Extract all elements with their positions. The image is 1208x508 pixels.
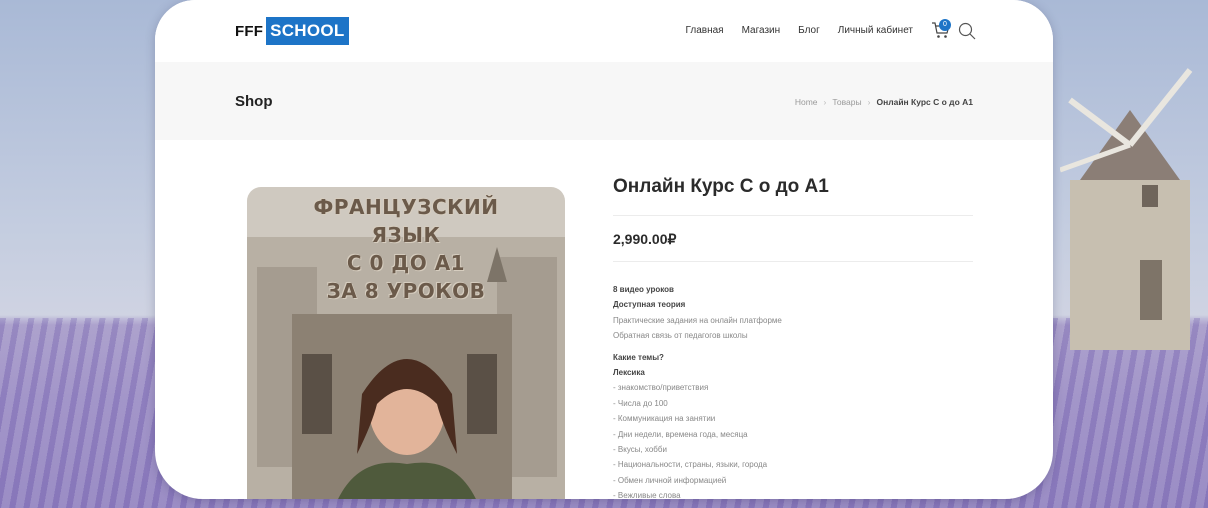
nav-item-home[interactable]: Главная (686, 25, 724, 36)
lexicon-item: - знакомство/приветствия (613, 383, 709, 393)
product-title: Онлайн Курс С о до А1 (613, 176, 829, 197)
feature-item: Доступная теория (613, 300, 686, 310)
lexicon-item: - Обмен личной информацией (613, 475, 727, 485)
lexicon-item: - Числа до 100 (613, 398, 668, 408)
product-image[interactable]: ФРАНЦУЗСКИЙ ЯЗЫК С 0 ДО А1 ЗА 8 УРОКОВ (247, 187, 565, 499)
page-title: Shop (235, 93, 273, 110)
nav-item-blog[interactable]: Блог (798, 25, 820, 36)
breadcrumb-separator-icon: › (823, 97, 827, 107)
search-icon[interactable] (958, 22, 976, 40)
windmill-image (1060, 68, 1193, 350)
nav-item-shop[interactable]: Магазин (742, 25, 781, 36)
nav-item-account[interactable]: Личный кабинет (838, 25, 913, 36)
breadcrumb-products[interactable]: Товары (832, 97, 861, 107)
breadcrumb-home[interactable]: Home (795, 97, 818, 107)
divider (613, 261, 973, 262)
lexicon-item: - Национальности, страны, языки, города (613, 460, 768, 470)
logo-left-text: FFF (235, 23, 264, 40)
cart-count-badge: 0 (939, 19, 951, 31)
product-details: Онлайн Курс С о до А1 2,990.00₽ 8 видео … (613, 176, 973, 499)
browser-page: FFF SCHOOL Главная Магазин Блог Личный к… (155, 0, 1053, 499)
divider (613, 215, 973, 216)
feature-item: Обратная связь от педагогов школы (613, 331, 748, 341)
lexicon-item: - Дни недели, времена года, месяца (613, 429, 748, 439)
poster-line-4: ЗА 8 УРОКОВ (326, 279, 486, 303)
site-header: FFF SCHOOL Главная Магазин Блог Личный к… (155, 0, 1053, 62)
poster-line-1: ФРАНЦУЗСКИЙ (313, 195, 499, 219)
site-logo[interactable]: FFF SCHOOL (235, 17, 349, 45)
teacher-photo (292, 314, 512, 499)
topics-heading: Какие темы? (613, 352, 664, 362)
page-title-bar: Shop Home › Товары › Онлайн Курс С о до … (155, 62, 1053, 140)
lexicon-item: - Вежливые слова (613, 491, 681, 499)
lexicon-item: - Вкусы, хобби (613, 445, 667, 455)
lexicon-item: - Коммуникация на занятии (613, 414, 716, 424)
breadcrumb-separator-icon: › (867, 97, 871, 107)
product-price: 2,990.00₽ (613, 231, 677, 247)
feature-item: 8 видео уроков (613, 285, 674, 294)
poster-line-3: С 0 ДО А1 (346, 251, 466, 275)
poster-line-2: ЯЗЫК (371, 223, 441, 247)
breadcrumb: Home › Товары › Онлайн Курс С о до А1 (795, 97, 973, 107)
breadcrumb-current: Онлайн Курс С о до А1 (876, 97, 973, 107)
product-description: 8 видео уроков Доступная теория Практиче… (613, 282, 973, 499)
main-nav: Главная Магазин Блог Личный кабинет (686, 25, 913, 36)
logo-right-text: SCHOOL (266, 17, 349, 45)
lexicon-heading: Лексика (613, 368, 645, 378)
feature-item: Практические задания на онлайн платформе (613, 315, 782, 325)
